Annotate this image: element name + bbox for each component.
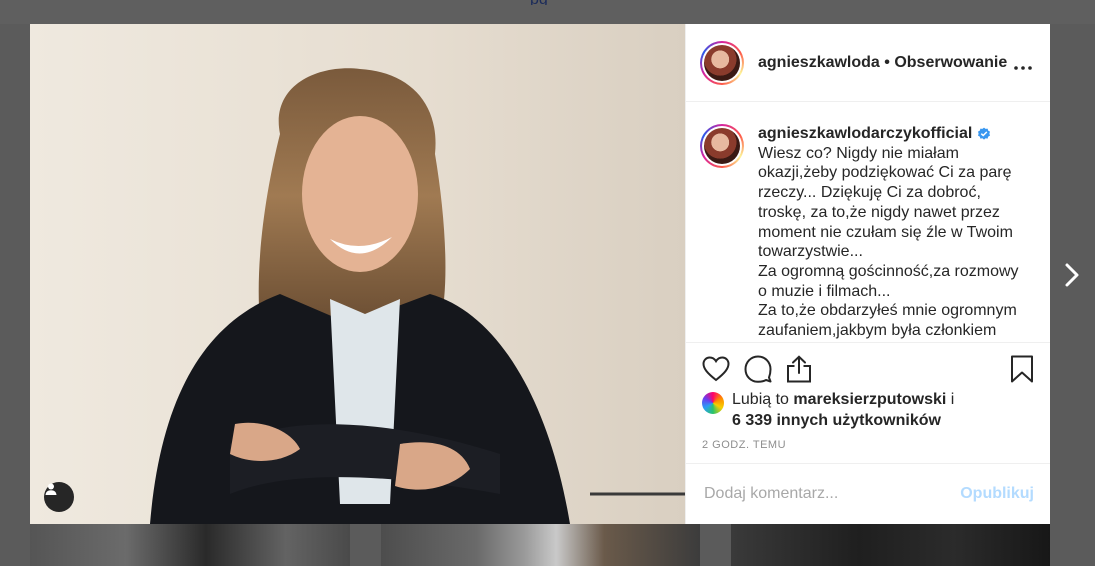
caption-line: okazji,żeby podziękować Ci za parę [758,164,1012,182]
chevron-right-icon[interactable] [1062,262,1082,288]
header-username[interactable]: agnieszkawloda [758,54,880,71]
likes-count[interactable]: 6 339 innych użytkowników [732,412,941,429]
share-icon[interactable] [786,355,812,383]
post-sidebar: agnieszkawloda • Obserwowanie agnieszkaw… [685,24,1050,524]
post-photo-illustration [30,24,685,524]
caption-body: agnieszkawlodarczykofficial Wiesz co? Ni… [758,124,1023,341]
caption-line: rzeczy... Dziękuję Ci za dobroć, [758,184,981,202]
likes-prefix: Lubią to [732,391,794,408]
likes-text: Lubią to mareksierzputowski i 6 339 inny… [732,389,954,431]
post-header: agnieszkawloda • Obserwowanie [686,24,1050,102]
publish-button[interactable]: Opublikuj [960,485,1034,503]
bookmark-icon[interactable] [1010,355,1034,388]
avatar[interactable] [700,40,744,85]
post-actions: Lubią to mareksierzputowski i 6 339 inny… [686,342,1050,463]
caption-line: towarzystwie... [758,243,863,261]
post-photo[interactable] [30,24,685,524]
caption-line: moment nie czułam się źle w Twoim [758,223,1013,241]
header-text: agnieszkawloda • Obserwowanie [758,54,1007,72]
post-modal: agnieszkawloda • Obserwowanie agnieszkaw… [30,24,1050,524]
follow-status-button[interactable]: Obserwowanie [894,54,1007,71]
likes-summary[interactable]: Lubią to mareksierzputowski i 6 339 inny… [702,389,1034,431]
comment-icon[interactable] [744,355,772,383]
background-thumbnail[interactable] [731,520,1050,566]
caption-line: troskę, za to,że nigdy nawet przez [758,203,1000,221]
verified-badge-icon [978,127,991,140]
caption-username[interactable]: agnieszkawlodarczykofficial [758,124,991,144]
likes-suffix: i [946,391,955,408]
more-icon[interactable] [1014,60,1032,70]
caption-line: zaufaniem,jakbym była członkiem [758,322,997,340]
caption-line: Wiesz co? Nigdy nie miałam [758,144,959,162]
caption-line: Za ogromną gościnność,za rozmowy [758,262,1019,280]
user-tag-icon[interactable] [44,482,74,512]
caption-line: Za to,że obdarzyłeś mnie ogromnym [758,302,1017,320]
liker-avatar[interactable] [702,392,724,414]
background-thumbnail[interactable] [30,520,350,566]
header-separator: • [879,53,895,71]
heart-icon[interactable] [702,356,730,382]
liker-username[interactable]: mareksierzputowski [793,391,946,408]
background-thumbnail[interactable] [381,520,700,566]
background-text: pg [530,0,730,5]
comment-form: Opublikuj [686,463,1050,524]
comment-input[interactable] [704,485,944,503]
caption-avatar[interactable] [700,124,744,168]
post-timestamp[interactable]: 2 GODZ. TEMU [702,439,1034,451]
caption-area[interactable]: agnieszkawlodarczykofficial Wiesz co? Ni… [686,102,1050,342]
caption-line: o muzie i filmach... [758,282,891,300]
